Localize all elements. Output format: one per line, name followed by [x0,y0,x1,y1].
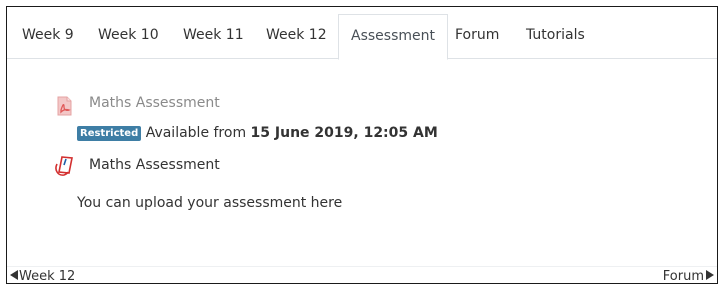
tab-assessment[interactable]: Assessment [338,14,448,60]
tab-week-9[interactable]: Week 9 [22,13,74,58]
tab-forum[interactable]: Forum [455,13,499,58]
resource-link[interactable]: Maths Assessment [89,95,220,111]
availability-info: Restricted Available from 15 June 2019, … [77,125,438,141]
tab-week-12[interactable]: Week 12 [266,13,327,58]
triangle-right-icon [706,270,714,280]
prev-section-link[interactable]: Week 12 [10,269,75,284]
tab-tutorials[interactable]: Tutorials [526,13,585,58]
prev-section-label: Week 12 [19,269,76,284]
assignment-link[interactable]: Maths Assessment [89,157,220,173]
assignment-description: You can upload your assessment here [77,195,343,211]
availability-date: 15 June 2019, 12:05 AM [250,125,438,141]
restricted-badge: Restricted [77,126,142,141]
course-section-frame: Week 9 Week 10 Week 11 Week 12 Assessmen… [6,6,718,284]
next-section-link[interactable]: Forum [663,269,714,284]
section-divider [7,266,717,267]
triangle-left-icon [10,270,18,280]
section-tabs: Week 9 Week 10 Week 11 Week 12 Assessmen… [7,13,717,60]
assignment-upload-icon [54,155,76,179]
tab-week-10[interactable]: Week 10 [98,13,159,58]
tab-week-11[interactable]: Week 11 [183,13,244,58]
pdf-file-icon [55,96,73,116]
availability-prefix: Available from [145,125,247,141]
next-section-label: Forum [662,269,704,284]
